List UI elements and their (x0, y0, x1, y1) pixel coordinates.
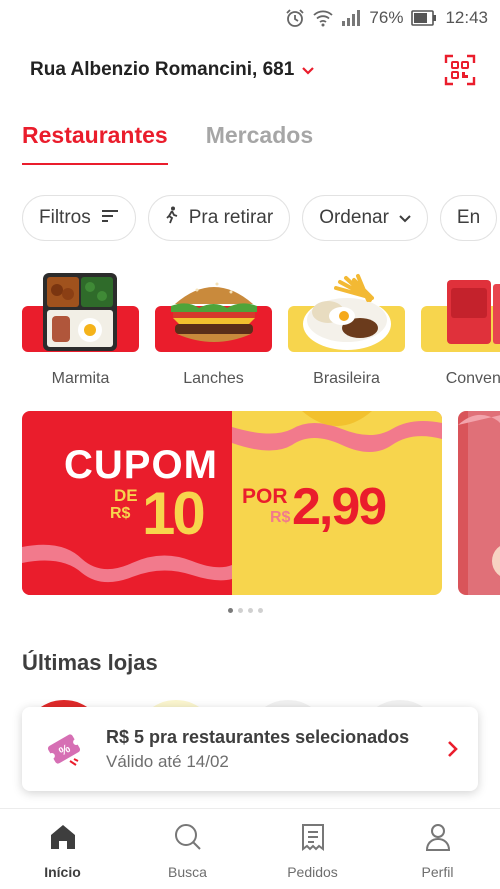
promo-banner-next[interactable] (458, 411, 500, 595)
status-bar: 76% 12:43 (0, 0, 500, 36)
address-text: Rua Albenzio Romancini, 681 (30, 59, 295, 80)
ticket-icon: % (44, 729, 84, 769)
coupon-toast[interactable]: % R$ 5 pra restaurantes selecionados Vál… (22, 707, 478, 791)
address-selector[interactable]: Rua Albenzio Romancini, 681 (30, 52, 315, 88)
banner-right-panel: POR R$ 2,99 (232, 411, 442, 595)
filter-chip-filtros[interactable]: Filtros (22, 195, 136, 241)
category-label: Lanches (183, 370, 244, 387)
banner-currency-right: R$ (270, 509, 291, 526)
banner-currency-left: R$ (110, 505, 131, 522)
carousel-dot[interactable] (258, 608, 263, 613)
home-icon (48, 823, 78, 856)
category-marmita[interactable]: Marmita (22, 268, 139, 393)
category-label: Brasileira (313, 370, 380, 387)
category-conveniencia[interactable]: Conveniê (421, 268, 500, 393)
search-icon (173, 823, 203, 856)
carousel-dots (228, 608, 263, 613)
walking-person-icon (165, 206, 179, 230)
chevron-down-icon (302, 62, 315, 78)
alarm-icon (285, 8, 305, 28)
filter-chips: Filtros Pra retirar Ordenar En (22, 195, 500, 241)
marmita-image (22, 268, 139, 352)
banner-de: DE (114, 486, 138, 505)
chip-label: En (456, 207, 481, 228)
burger-image (155, 268, 272, 352)
section-title: Últimas lojas (22, 650, 158, 675)
category-brasileira[interactable]: Brasileira (288, 268, 405, 393)
category-label: Marmita (51, 370, 110, 387)
battery-percent: 76% (369, 8, 404, 27)
nav-busca[interactable]: Busca (125, 809, 250, 889)
profile-icon (425, 823, 451, 856)
filter-chip-ordenar[interactable]: Ordenar (302, 195, 428, 241)
wifi-icon (313, 9, 334, 27)
conveniencia-image (421, 268, 500, 352)
chip-label: Ordenar (319, 207, 389, 228)
banner-value-left: 10 (142, 480, 206, 547)
carousel-dot[interactable] (238, 608, 243, 613)
nav-label: Busca (168, 864, 207, 880)
nav-pedidos[interactable]: Pedidos (250, 809, 375, 889)
orders-icon (300, 823, 326, 856)
toast-title: R$ 5 pra restaurantes selecionados (106, 726, 410, 747)
filter-lines-icon (101, 207, 119, 229)
carousel-dot[interactable] (248, 608, 253, 613)
chip-label: Pra retirar (188, 207, 274, 228)
tab-mercados[interactable]: Mercados (206, 122, 313, 165)
banner-left-panel: CUPOM DE R$ 10 (22, 411, 232, 595)
promo-banner[interactable]: CUPOM DE R$ 10 POR R$ 2,99 (22, 411, 442, 595)
nav-inicio[interactable]: Início (0, 809, 125, 889)
nav-label: Perfil (421, 864, 454, 880)
chip-label: Filtros (39, 207, 91, 228)
toast-subtitle: Válido até 14/02 (106, 751, 229, 771)
tab-restaurantes[interactable]: Restaurantes (22, 122, 168, 165)
category-lanches[interactable]: Lanches (155, 268, 272, 393)
nav-label: Início (44, 864, 81, 880)
filter-chip-pra-retirar[interactable]: Pra retirar (147, 195, 291, 241)
qr-code-icon[interactable] (444, 54, 476, 86)
clock: 12:43 (445, 8, 488, 27)
brasileira-image (288, 268, 405, 352)
battery-icon (411, 10, 437, 26)
chevron-down-icon (399, 207, 411, 229)
filter-chip-partial[interactable]: En (439, 195, 498, 241)
nav-perfil[interactable]: Perfil (375, 809, 500, 889)
carousel-dot[interactable] (228, 608, 233, 613)
banner-value-right: 2,99 (292, 478, 387, 536)
nav-label: Pedidos (287, 864, 338, 880)
category-label: Conveniê (445, 370, 500, 387)
category-carousel: Marmita Lanches Brasileira Conven (22, 268, 500, 393)
banner-por: POR (242, 485, 288, 508)
signal-icon (341, 10, 361, 26)
tab-bar: Restaurantes Mercados (22, 122, 313, 165)
bottom-nav: Início Busca Pedidos Perfil (0, 808, 500, 889)
chevron-right-icon[interactable] (442, 739, 462, 759)
